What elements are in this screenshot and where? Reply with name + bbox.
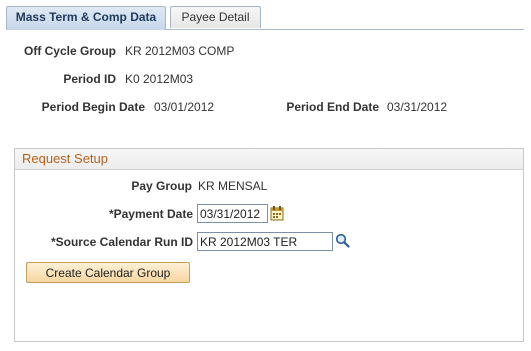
- payment-date-input[interactable]: [197, 204, 268, 223]
- off-cycle-group-value: KR 2012M03 COMP: [125, 44, 235, 58]
- period-begin-date-label: Period Begin Date: [41, 100, 145, 114]
- source-calendar-run-id-input[interactable]: [197, 232, 333, 251]
- pay-group-value: KR MENSAL: [198, 179, 268, 193]
- period-id-value: K0 2012M03: [125, 72, 194, 86]
- period-id-label: Period ID: [63, 72, 116, 86]
- calendar-icon[interactable]: [270, 205, 284, 224]
- tab-payee-detail[interactable]: Payee Detail: [170, 6, 261, 28]
- off-cycle-group-label: Off Cycle Group: [23, 44, 116, 58]
- create-calendar-group-button[interactable]: Create Calendar Group: [26, 262, 190, 283]
- period-end-date-value: 03/31/2012: [387, 100, 448, 114]
- tab-payee-detail-label: Payee Detail: [181, 10, 250, 24]
- tab-mass-term-comp-data[interactable]: Mass Term & Comp Data: [6, 6, 166, 30]
- source-calendar-run-id-label: *Source Calendar Run ID: [50, 235, 193, 249]
- period-begin-date-value: 03/01/2012: [154, 100, 215, 114]
- payment-date-label: *Payment Date: [108, 207, 193, 221]
- period-end-date-label: Period End Date: [286, 100, 379, 114]
- request-setup-title: Request Setup: [15, 149, 523, 170]
- pay-group-label: Pay Group: [131, 179, 192, 193]
- magnifier-icon[interactable]: [335, 233, 350, 251]
